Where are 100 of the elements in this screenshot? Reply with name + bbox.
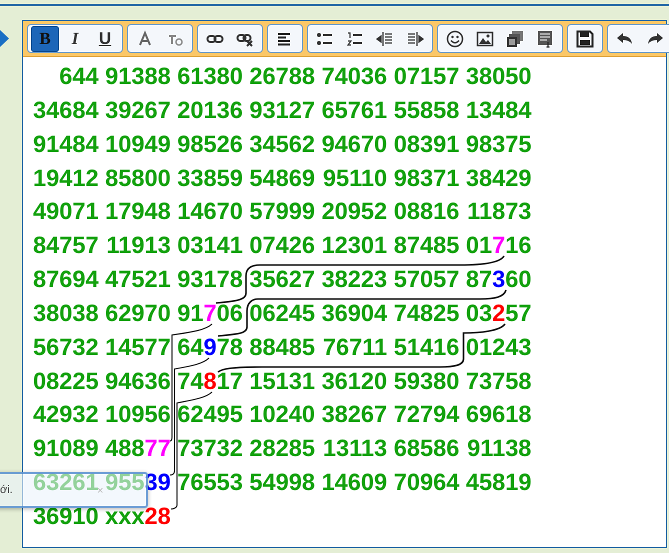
lottery-number: 14577 xyxy=(105,334,171,363)
lottery-number: 87694 xyxy=(33,266,99,296)
lottery-number: 38038 xyxy=(33,300,99,329)
lottery-number: 63261 xyxy=(33,469,99,498)
lottery-number: 73732 xyxy=(177,435,243,464)
lottery-number: 93178 xyxy=(177,266,243,296)
lottery-number: 28285 xyxy=(249,435,316,464)
lottery-number: 13113 xyxy=(322,435,388,464)
lottery-number: 68586 xyxy=(394,435,460,464)
lottery-number: 94670 xyxy=(322,130,388,160)
lottery-number: 74825 xyxy=(394,300,460,329)
lottery-number: 69618 xyxy=(466,401,532,430)
lottery-number: 62495 xyxy=(177,401,243,430)
lottery-number: 08225 xyxy=(33,368,99,397)
lottery-number: 20136 xyxy=(177,96,243,126)
lottery-number: 33859 xyxy=(177,164,243,194)
lottery-number: 94636 xyxy=(105,368,171,397)
lottery-number: 38429 xyxy=(466,164,532,194)
lottery-number: 14670 xyxy=(177,198,243,228)
lottery-number: 88485 xyxy=(249,334,316,363)
lottery-number: 20952 xyxy=(322,198,388,228)
lottery-number: 91388 xyxy=(105,63,171,92)
lottery-number: 07426 xyxy=(249,232,316,262)
lottery-number: 87360 xyxy=(466,266,532,296)
film-icon xyxy=(506,30,524,48)
lottery-number: 03257 xyxy=(466,300,532,329)
lottery-number: 98375 xyxy=(466,130,532,160)
image-icon xyxy=(476,30,494,48)
lottery-number: 45819 xyxy=(466,469,532,498)
lottery-number: 10240 xyxy=(249,401,316,430)
lottery-number: 38050 xyxy=(466,63,532,92)
lottery-number: 36904 xyxy=(322,300,388,329)
lottery-number: 56732 xyxy=(33,334,99,363)
lottery-number: 95110 xyxy=(322,164,388,194)
lottery-number: 70964 xyxy=(394,469,460,498)
lottery-number: 93127 xyxy=(249,96,316,126)
lottery-number: 84757 xyxy=(33,232,99,262)
lottery-number: 61380 xyxy=(177,63,243,92)
lottery-number: 47521 xyxy=(105,266,171,296)
lottery-number: 54998 xyxy=(249,469,316,498)
lottery-number: 73758 xyxy=(466,368,532,397)
lottery-number: 91138 xyxy=(466,435,532,464)
numbered-list-icon xyxy=(346,30,364,48)
lottery-number: 10949 xyxy=(105,130,171,160)
lottery-number: 01716 xyxy=(466,232,532,262)
lottery-number: 51416 xyxy=(394,334,460,363)
lottery-number: 91089 xyxy=(33,435,99,464)
lottery-number: 10956 xyxy=(105,401,171,430)
lottery-number: 07157 xyxy=(394,63,460,92)
lottery-number: 26788 xyxy=(249,63,316,92)
lottery-number: 76553 xyxy=(177,469,243,498)
lottery-number: 55858 xyxy=(394,96,460,126)
lottery-number: 34562 xyxy=(249,130,316,160)
lottery-number: 14609 xyxy=(322,469,388,498)
outdent-icon xyxy=(376,30,394,48)
lottery-number: 91484 xyxy=(33,130,99,160)
lottery-number: 36910 xyxy=(33,502,99,532)
lottery-number: xxx28 xyxy=(105,502,171,532)
lottery-number: 12301 xyxy=(322,232,388,262)
lottery-number: 38267 xyxy=(322,401,388,430)
lottery-number: 74036 xyxy=(322,63,388,92)
lottery-number: 72794 xyxy=(394,401,460,430)
lottery-number: 87485 xyxy=(394,232,460,262)
lottery-number: 34684 xyxy=(33,96,99,126)
indent-icon xyxy=(406,30,424,48)
lottery-number: 36120 xyxy=(322,368,388,397)
lottery-number: 98526 xyxy=(177,130,243,160)
lottery-number: 644 xyxy=(58,63,99,92)
lottery-number: 11913 xyxy=(105,232,171,262)
lottery-number: 19412 xyxy=(33,164,99,194)
lottery-number: 39267 xyxy=(105,96,171,126)
lottery-number: 74817 xyxy=(177,368,243,397)
lottery-number: 08816 xyxy=(394,198,460,228)
underline-button[interactable]: U xyxy=(91,26,119,52)
lottery-number: 76711 xyxy=(322,334,388,363)
lottery-number: 48877 xyxy=(105,435,171,464)
lottery-number: 65761 xyxy=(322,96,388,126)
italic-button[interactable]: I xyxy=(61,26,89,52)
lottery-number: 17948 xyxy=(105,198,171,228)
lottery-number: 15131 xyxy=(249,368,316,397)
lottery-number: 03141 xyxy=(177,232,243,262)
font-color-icon xyxy=(136,30,154,48)
lottery-number: 06245 xyxy=(249,300,316,329)
lottery-number: 35627 xyxy=(249,266,316,296)
lottery-number: 91706 xyxy=(177,300,243,329)
lottery-number: 01243 xyxy=(466,334,532,363)
lottery-number: 13484 xyxy=(466,96,532,126)
lottery-number: 49071 xyxy=(33,198,99,228)
lottery-number: 85800 xyxy=(105,164,171,194)
pointer-icon xyxy=(0,30,9,47)
lottery-number: 54869 xyxy=(249,164,316,194)
notification-text: ới. xyxy=(0,484,13,496)
lottery-number: 98371 xyxy=(394,164,460,194)
lottery-number: 57999 xyxy=(249,198,316,228)
lottery-number: 64978 xyxy=(177,334,243,363)
lottery-number: 59380 xyxy=(394,368,460,397)
lottery-number: 62970 xyxy=(105,300,171,329)
lottery-number: 57057 xyxy=(394,266,460,296)
template-icon xyxy=(536,30,554,48)
smiley-icon xyxy=(446,30,464,48)
